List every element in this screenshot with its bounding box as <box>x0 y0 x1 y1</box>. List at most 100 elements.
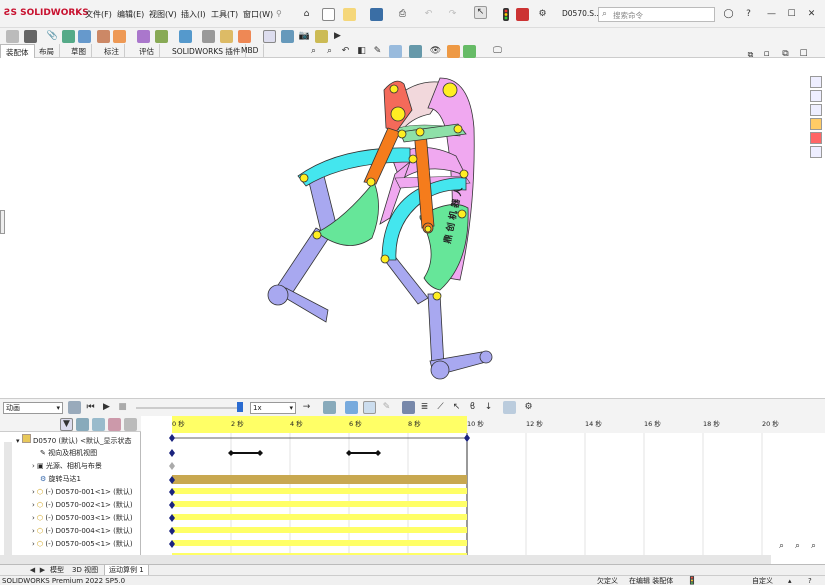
tab-sketch[interactable]: 草图 <box>66 44 92 58</box>
contact-icon[interactable]: ϐ <box>466 401 479 414</box>
filter-animated-icon[interactable] <box>76 418 89 431</box>
zoom-out-timeline-icon[interactable]: ⌕ <box>791 540 804 553</box>
take-snapshot-icon[interactable]: 📷 <box>298 30 311 43</box>
graphics-area[interactable]: ⌕ ⌕ ↶ ◧ ✎ 👁 🖵 ⧉ ▫ ⧉ ☐ 鼎 创 机 器 人 <box>0 45 825 398</box>
edit-appearance-icon[interactable] <box>447 45 460 58</box>
play-icon[interactable]: ▶ <box>100 401 113 414</box>
tab-evaluate[interactable]: 评估 <box>134 44 160 58</box>
maximize-icon[interactable]: ☐ <box>785 8 798 21</box>
tree-item-part-002[interactable]: › ⬡ (-) D0570-002<1> (默认) <box>0 499 141 512</box>
menu-view[interactable]: 视图(V) <box>149 9 177 20</box>
tree-vertical-scrollbar[interactable] <box>4 442 12 564</box>
reference-geometry-icon[interactable] <box>179 30 192 43</box>
autokey-icon[interactable] <box>363 401 376 414</box>
traffic-light-icon[interactable] <box>499 8 512 21</box>
menu-tools[interactable]: 工具(T) <box>211 9 238 20</box>
view-orientation-icon[interactable] <box>389 45 402 58</box>
close-icon[interactable]: ✕ <box>805 8 818 21</box>
motor-icon[interactable] <box>402 401 415 414</box>
solidworks-resources-icon[interactable] <box>810 76 822 88</box>
dynamic-annotation-icon[interactable]: ✎ <box>371 45 384 58</box>
solidworks-logo[interactable]: ƧS SOLIDWORKS <box>4 8 89 18</box>
expand-icon[interactable]: › <box>32 501 35 509</box>
animation-wizard-icon[interactable] <box>345 401 358 414</box>
view-settings-icon[interactable]: 🖵 <box>491 45 504 58</box>
more-arrow-icon[interactable]: ▶ <box>331 30 344 43</box>
playback-slider[interactable] <box>136 407 240 409</box>
playback-speed-select[interactable]: 1x ▾ <box>250 402 296 414</box>
custom-properties-icon[interactable] <box>810 146 822 158</box>
file-explorer-icon[interactable] <box>810 104 822 116</box>
motion-study-properties-icon[interactable]: ⚙ <box>522 401 535 414</box>
tree-item-lights[interactable]: › ▣ 光源、相机与布景 <box>0 460 141 473</box>
design-library-icon[interactable] <box>810 90 822 102</box>
large-assembly-icon[interactable] <box>315 30 328 43</box>
tab-assembly[interactable]: 装配体 <box>0 44 35 58</box>
zoom-to-fit-icon[interactable]: ⌕ <box>307 45 320 58</box>
filter-driving-icon[interactable] <box>92 418 105 431</box>
exploded-view-icon[interactable] <box>238 30 251 43</box>
home-icon[interactable]: ⌂ <box>300 8 313 21</box>
pin-icon[interactable]: ⚲ <box>276 9 282 18</box>
spring-icon[interactable]: ≣ <box>418 401 431 414</box>
zoom-to-area-icon[interactable]: ⌕ <box>323 45 336 58</box>
hide-show-items-icon[interactable]: 👁 <box>429 45 442 58</box>
linear-pattern-icon[interactable] <box>78 30 91 43</box>
update-speedpak-icon[interactable] <box>281 30 294 43</box>
new-document-icon[interactable] <box>322 8 335 21</box>
zoom-to-fit-timeline-icon[interactable]: ⌕ <box>807 540 820 553</box>
expand-icon[interactable]: › <box>32 527 35 535</box>
print-icon[interactable]: ⎙ <box>396 8 409 21</box>
tree-item-part-001[interactable]: › ⬡ (-) D0570-001<1> (默认) <box>0 486 141 499</box>
display-style-icon[interactable] <box>409 45 422 58</box>
timeline-horizontal-scrollbar[interactable] <box>141 555 771 564</box>
move-component-icon[interactable] <box>113 30 126 43</box>
tab-markup[interactable]: 标注 <box>99 44 125 58</box>
bill-of-materials-icon[interactable] <box>220 30 233 43</box>
study-type-select[interactable]: 动画 ▾ <box>3 402 63 414</box>
motor-track-bar[interactable] <box>172 475 467 484</box>
section-view-icon[interactable]: ◧ <box>355 45 368 58</box>
add-update-key-icon[interactable]: ✎ <box>380 401 393 414</box>
command-search-input[interactable]: ⌕ 搜索命令 <box>598 7 715 22</box>
play-from-start-icon[interactable]: ⏮ <box>84 401 97 414</box>
redo-icon[interactable]: ↷ <box>446 8 459 21</box>
undo-icon[interactable]: ↶ <box>422 8 435 21</box>
select-pointer-icon[interactable]: ↖ <box>474 6 487 19</box>
tree-horizontal-scrollbar[interactable] <box>0 555 141 564</box>
assembly-features-icon[interactable] <box>155 30 168 43</box>
menu-file[interactable]: 文件(F) <box>85 9 112 20</box>
view-palette-icon[interactable] <box>810 118 822 130</box>
previous-view-icon[interactable]: ↶ <box>339 45 352 58</box>
minimize-icon[interactable]: — <box>765 8 778 21</box>
save-icon[interactable] <box>370 8 383 21</box>
options-gear-icon[interactable]: ⚙ <box>536 8 549 21</box>
zoom-in-timeline-icon[interactable]: ⌕ <box>775 540 788 553</box>
stop-icon[interactable]: ■ <box>116 401 129 414</box>
save-animation-icon[interactable] <box>323 401 336 414</box>
tree-item-part-005[interactable]: › ⬡ (-) D0570-005<1> (默认) <box>0 538 141 551</box>
filter-icon[interactable]: ▼ <box>60 418 73 431</box>
component-preview-icon[interactable] <box>62 30 75 43</box>
filter-selected-icon[interactable] <box>108 418 121 431</box>
apply-scene-icon[interactable] <box>463 45 476 58</box>
view-key-bar[interactable] <box>228 450 381 456</box>
tree-item-part-003[interactable]: › ⬡ (-) D0570-003<1> (默认) <box>0 512 141 525</box>
tree-item-views[interactable]: ✎ 视向及相机视图 <box>0 447 141 460</box>
mate-icon[interactable] <box>24 30 37 43</box>
tab-solidworks-addins[interactable]: SOLIDWORKS 插件 <box>167 44 247 58</box>
menu-window[interactable]: 窗口(W) <box>243 9 273 20</box>
filter-results-icon[interactable] <box>124 418 137 431</box>
expand-icon[interactable]: › <box>32 514 35 522</box>
open-folder-icon[interactable] <box>343 8 356 21</box>
paperclip-icon[interactable]: 📎 <box>46 30 59 43</box>
timeline-area[interactable]: 0 秒 2 秒 4 秒 6 秒 8 秒 10 秒 12 秒 14 秒 16 秒 … <box>141 416 825 564</box>
playback-mode-icon[interactable]: → <box>300 401 313 414</box>
help-icon[interactable]: ? <box>742 8 755 21</box>
tree-item-part-004[interactable]: › ⬡ (-) D0570-004<1> (默认) <box>0 525 141 538</box>
slider-thumb[interactable] <box>237 402 243 412</box>
tree-root[interactable]: ▾ D0570 (默认) <默认_显示状态 <box>0 434 141 447</box>
tree-item-motor[interactable]: ⚙ 旋转马达1 <box>0 473 141 486</box>
results-plots-icon[interactable] <box>503 401 516 414</box>
calculate-icon[interactable] <box>68 401 81 414</box>
